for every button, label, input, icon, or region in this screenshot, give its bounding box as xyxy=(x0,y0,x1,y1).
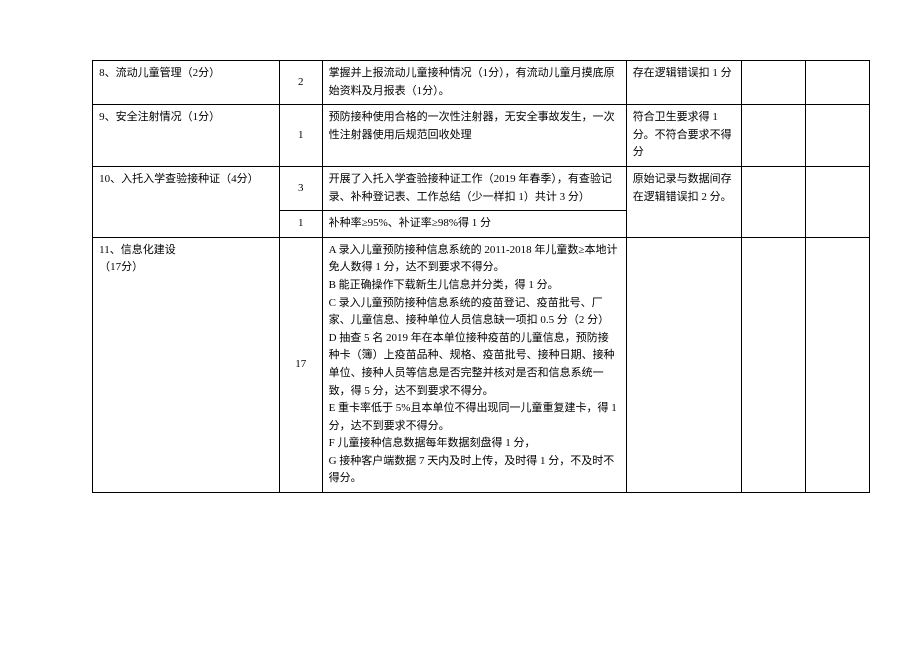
blank-cell xyxy=(805,237,869,492)
detail-cell: 开展了入托入学查验接种证工作（2019 年春季），有查验记录、补种登记表、工作总… xyxy=(322,166,626,210)
blank-cell xyxy=(805,166,869,237)
detail-cell: A 录入儿童预防接种信息系统的 2011-2018 年儿童数≥本地计免人数得 1… xyxy=(322,237,626,492)
score-cell: 1 xyxy=(279,211,322,238)
note-cell: 符合卫生要求得 1 分。不符合要求不得分 xyxy=(626,105,741,167)
blank-cell xyxy=(741,166,805,237)
table-row: 10、入托入学查验接种证（4分） 3 开展了入托入学查验接种证工作（2019 年… xyxy=(50,166,870,210)
table-row: 8、流动儿童管理（2分） 2 掌握并上报流动儿童接种情况（1分），有流动儿童月摸… xyxy=(50,61,870,105)
blank-cell xyxy=(741,61,805,105)
note-cell: 原始记录与数据间存在逻辑错误扣 2 分。 xyxy=(626,166,741,237)
detail-cell: 预防接种使用合格的一次性注射器，无安全事故发生，一次性注射器使用后规范回收处理 xyxy=(322,105,626,167)
table-row: 9、安全注射情况（1分） 1 预防接种使用合格的一次性注射器，无安全事故发生，一… xyxy=(50,105,870,167)
detail-cell: 掌握并上报流动儿童接种情况（1分），有流动儿童月摸底原始资料及月报表（1分）。 xyxy=(322,61,626,105)
blank-cell xyxy=(741,237,805,492)
item-cell: 8、流动儿童管理（2分） xyxy=(93,61,280,105)
item-cell: 9、安全注射情况（1分） xyxy=(93,105,280,167)
note-cell: 存在逻辑错误扣 1 分 xyxy=(626,61,741,105)
table-row: 11、信息化建设 （17分） 17 A 录入儿童预防接种信息系统的 2011-2… xyxy=(50,237,870,492)
assessment-table: 8、流动儿童管理（2分） 2 掌握并上报流动儿童接种情况（1分），有流动儿童月摸… xyxy=(50,60,870,493)
score-cell: 2 xyxy=(279,61,322,105)
score-cell: 1 xyxy=(279,105,322,167)
item-cell: 10、入托入学查验接种证（4分） xyxy=(93,166,280,237)
score-cell: 17 xyxy=(279,237,322,492)
item-cell: 11、信息化建设 （17分） xyxy=(93,237,280,492)
blank-cell xyxy=(805,61,869,105)
note-cell xyxy=(626,237,741,492)
left-spacer-cell xyxy=(50,61,93,493)
detail-cell: 补种率≥95%、补证率≥98%得 1 分 xyxy=(322,211,626,238)
blank-cell xyxy=(741,105,805,167)
score-cell: 3 xyxy=(279,166,322,210)
blank-cell xyxy=(805,105,869,167)
